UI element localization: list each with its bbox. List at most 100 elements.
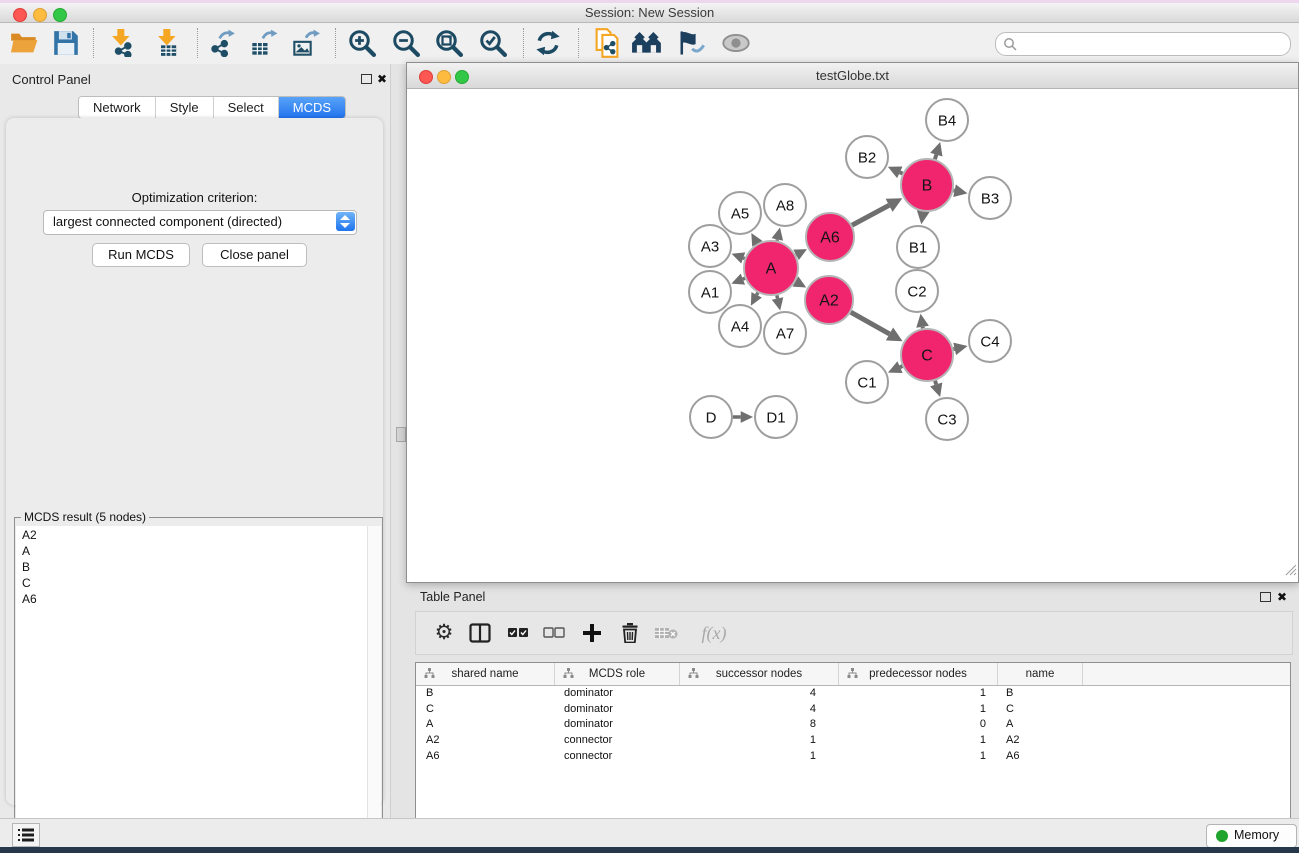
network-close-button[interactable] [419, 70, 433, 84]
table-close-icon[interactable]: ✖ [1277, 591, 1287, 603]
mcds-result-item[interactable]: C [16, 574, 368, 590]
float-panel-icon[interactable] [361, 74, 372, 84]
graph-node-B3[interactable]: B3 [969, 177, 1011, 219]
memory-button[interactable]: Memory [1206, 824, 1297, 848]
graph-node-A4[interactable]: A4 [719, 305, 761, 347]
network-maximize-button[interactable] [455, 70, 469, 84]
import-table-icon[interactable] [150, 26, 186, 60]
show-columns-icon[interactable] [464, 617, 496, 649]
tab-style[interactable]: Style [156, 97, 214, 118]
show-hide-style-icon[interactable] [673, 26, 709, 60]
graph-node-A1[interactable]: A1 [689, 271, 731, 313]
save-session-icon[interactable] [48, 26, 84, 60]
graph-node-A3[interactable]: A3 [689, 225, 731, 267]
optimization-criterion-select[interactable]: largest connected component (directed) [43, 210, 357, 235]
graph-edge-B-B4[interactable] [930, 142, 942, 159]
graph-node-B1[interactable]: B1 [897, 226, 939, 268]
tab-select[interactable]: Select [214, 97, 279, 118]
column-header-predecessor-nodes[interactable]: predecessor nodes [839, 663, 998, 685]
graph-edge-A6-B[interactable] [852, 198, 902, 225]
table-float-icon[interactable] [1260, 592, 1271, 602]
graph-edge-A-A4[interactable] [751, 292, 762, 306]
export-table-icon[interactable] [246, 26, 282, 60]
graph-edge-C-C4[interactable] [953, 343, 967, 355]
create-column-icon[interactable] [576, 617, 608, 649]
search-input[interactable] [1022, 34, 1284, 54]
graph-node-D[interactable]: D [690, 396, 732, 438]
import-network-icon[interactable] [104, 26, 140, 60]
close-window-button[interactable] [13, 8, 27, 22]
mcds-result-item[interactable]: A [16, 542, 368, 558]
graph-node-A2[interactable]: A2 [805, 276, 853, 324]
graph-node-B[interactable]: B [901, 159, 953, 211]
graph-node-A6[interactable]: A6 [806, 213, 854, 261]
graph-node-C[interactable]: C [901, 329, 953, 381]
zoom-in-icon[interactable] [344, 26, 380, 60]
network-minimize-button[interactable] [437, 70, 451, 84]
deselect-all-icon[interactable] [538, 617, 570, 649]
mcds-result-scrollbar[interactable] [367, 526, 381, 853]
table-row[interactable]: A6connector11A6 [416, 749, 1290, 765]
graph-edge-D-D1[interactable] [733, 411, 753, 423]
minimize-window-button[interactable] [33, 8, 47, 22]
graph-edge-C-C2[interactable] [916, 314, 929, 329]
graph-node-D1[interactable]: D1 [755, 396, 797, 438]
tab-mcds[interactable]: MCDS [279, 97, 345, 118]
graph-node-B4[interactable]: B4 [926, 99, 968, 141]
graph-node-B2[interactable]: B2 [846, 136, 888, 178]
mcds-result-item[interactable]: B [16, 558, 368, 574]
table-row[interactable]: Cdominator41C [416, 702, 1290, 718]
graph-edge-B-B3[interactable] [953, 184, 967, 197]
graph-node-C1[interactable]: C1 [846, 361, 888, 403]
column-header-successor-nodes[interactable]: successor nodes [680, 663, 839, 685]
graph-edge-A2-C[interactable] [851, 312, 903, 341]
graph-node-C4[interactable]: C4 [969, 320, 1011, 362]
show-hide-view-icon[interactable] [718, 26, 754, 60]
close-panel-icon[interactable]: ✖ [377, 73, 387, 85]
graph-node-A[interactable]: A [744, 241, 798, 295]
network-window-titlebar[interactable]: testGlobe.txt [407, 63, 1298, 89]
mcds-result-item[interactable]: A2 [16, 526, 368, 542]
table-settings-icon[interactable]: ⚙ [428, 617, 460, 649]
delete-column-icon[interactable] [614, 617, 646, 649]
refresh-icon[interactable] [530, 26, 566, 60]
task-history-button[interactable] [12, 823, 40, 847]
vertical-splitter-grip[interactable] [396, 427, 406, 442]
table-row[interactable]: Adominator80A [416, 717, 1290, 733]
zoom-out-icon[interactable] [388, 26, 424, 60]
column-header-shared-name[interactable]: shared name [416, 663, 555, 685]
column-header-name[interactable]: name [998, 663, 1083, 685]
zoom-fit-icon[interactable] [431, 26, 467, 60]
resize-grip-icon[interactable] [1283, 562, 1297, 581]
zoom-selected-icon[interactable] [475, 26, 511, 60]
table-row[interactable]: A2connector11A2 [416, 733, 1290, 749]
graph-node-A5[interactable]: A5 [719, 192, 761, 234]
select-all-icon[interactable] [502, 617, 534, 649]
open-file-icon[interactable] [6, 26, 42, 60]
first-neighbors-icon[interactable] [629, 26, 665, 60]
graph-edge-A-A1[interactable] [731, 274, 745, 285]
export-image-icon[interactable] [288, 26, 324, 60]
search-field[interactable] [995, 32, 1291, 56]
clone-network-icon[interactable] [589, 26, 625, 60]
graph-edge-C-C3[interactable] [930, 381, 942, 397]
run-mcds-button[interactable]: Run MCDS [92, 243, 190, 267]
graph-edge-C-C1[interactable] [888, 361, 903, 373]
column-header-MCDS-role[interactable]: MCDS role [555, 663, 680, 685]
network-graph[interactable]: B4 B2 B B3 A5A8A6 A3 A B1 A1 C2 A2 A4A7 C C4 C1 C3 D D1 [407, 89, 1296, 580]
maximize-window-button[interactable] [53, 8, 67, 22]
table-row[interactable]: Bdominator41B [416, 686, 1290, 702]
graph-edge-A-A7[interactable] [772, 295, 784, 310]
graph-edge-A-A8[interactable] [772, 227, 784, 240]
graph-node-C3[interactable]: C3 [926, 398, 968, 440]
export-network-icon[interactable] [204, 26, 240, 60]
close-panel-button[interactable]: Close panel [202, 243, 307, 267]
graph-node-A7[interactable]: A7 [764, 312, 806, 354]
graph-node-A8[interactable]: A8 [764, 184, 806, 226]
graph-edge-B-B1[interactable] [917, 210, 930, 224]
graph-node-C2[interactable]: C2 [896, 270, 938, 312]
graph-edge-B-B2[interactable] [888, 167, 903, 179]
tab-network[interactable]: Network [79, 97, 156, 118]
graph-edge-A-A3[interactable] [732, 252, 746, 263]
mcds-result-item[interactable]: A6 [16, 590, 368, 606]
